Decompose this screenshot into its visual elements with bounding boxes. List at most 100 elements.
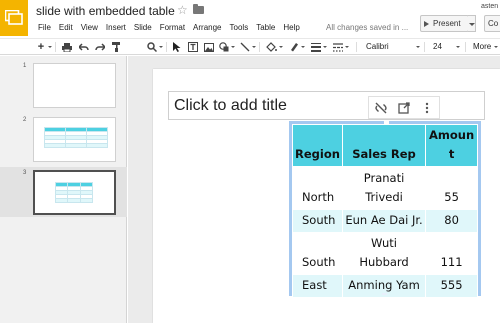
slide-number: 3 (23, 170, 27, 176)
document-title[interactable]: slide with embedded table (36, 4, 175, 18)
slide-number: 1 (23, 63, 27, 69)
cell-region[interactable]: South (292, 232, 343, 275)
slide-thumbnail[interactable] (33, 63, 116, 108)
play-icon (424, 20, 429, 27)
title-placeholder-text: Click to add title (174, 97, 287, 114)
comments-button[interactable]: Co (484, 15, 500, 32)
select-icon[interactable] (170, 40, 184, 54)
menu-file[interactable]: File (34, 21, 55, 35)
save-status[interactable]: All changes saved in ... (326, 21, 408, 35)
add-icon[interactable]: + (34, 40, 48, 54)
fill-color-dropdown-icon[interactable] (279, 46, 283, 48)
cell-region[interactable]: North (292, 166, 343, 210)
more-button[interactable]: More (473, 40, 491, 54)
cell-amount[interactable]: 55 (425, 166, 478, 210)
cell-amount[interactable]: 80 (425, 209, 478, 233)
unlink-icon[interactable] (374, 101, 388, 115)
shape-icon[interactable] (217, 40, 231, 54)
toolbar-divider (55, 42, 56, 52)
present-button[interactable]: Present (420, 15, 469, 32)
toolbar-divider (424, 42, 425, 52)
menu-format[interactable]: Format (156, 21, 189, 35)
user-account[interactable]: asten (481, 3, 498, 10)
menu-tools[interactable]: Tools (226, 21, 253, 35)
font-family-select[interactable]: Calibri (366, 40, 389, 54)
present-label: Present (433, 19, 461, 28)
print-icon[interactable] (60, 40, 74, 54)
slides-logo[interactable] (0, 0, 28, 36)
cell-sales-rep[interactable]: Pranati Trivedi (341, 166, 427, 210)
redo-icon[interactable] (93, 40, 107, 54)
cell-amount[interactable]: 111 (425, 232, 478, 275)
slide-thumbnail-row-selected[interactable]: 3 (0, 167, 127, 217)
menu-slide[interactable]: Slide (130, 21, 156, 35)
menu-edit[interactable]: Edit (55, 21, 77, 35)
font-size-dropdown-icon[interactable] (456, 46, 460, 48)
toolbar-divider (259, 42, 260, 52)
font-dropdown-icon[interactable] (416, 46, 420, 48)
thumbnail-table (54, 182, 94, 203)
border-color-dropdown-icon[interactable] (301, 46, 305, 48)
slides-logo-icon (5, 10, 23, 25)
slides-editor: slide with embedded table ☆ File Edit Vi… (0, 0, 500, 323)
menu-help[interactable]: Help (279, 21, 303, 35)
header-sales-rep[interactable]: Sales Rep (341, 124, 427, 167)
slide-number: 2 (23, 117, 27, 123)
slide[interactable]: Click to add title Region Sales Rep Amou… (153, 69, 500, 323)
image-icon[interactable] (202, 40, 216, 54)
menu-bar: File Edit View Insert Slide Format Arran… (34, 21, 304, 35)
star-icon[interactable]: ☆ (177, 3, 188, 17)
border-dash-dropdown-icon[interactable] (345, 46, 349, 48)
toolbar-divider (166, 42, 167, 52)
menu-view[interactable]: View (77, 21, 102, 35)
more-vert-icon[interactable] (420, 101, 434, 115)
line-icon[interactable] (238, 40, 252, 54)
slide-thumbnail[interactable] (33, 170, 116, 215)
open-link-icon[interactable] (397, 101, 411, 115)
zoom-dropdown-icon[interactable] (159, 46, 163, 48)
menu-arrange[interactable]: Arrange (189, 21, 225, 35)
toolbar: + Calibri 24 More (0, 38, 500, 55)
fill-color-icon[interactable] (264, 40, 278, 54)
zoom-icon[interactable] (145, 40, 159, 54)
shape-dropdown-icon[interactable] (231, 46, 235, 48)
undo-icon[interactable] (77, 40, 91, 54)
more-dropdown-icon[interactable] (494, 46, 498, 48)
line-dropdown-icon[interactable] (252, 46, 256, 48)
table-header-row: Region Sales Rep Amoun t (292, 124, 478, 167)
paint-format-icon[interactable] (109, 40, 123, 54)
app-header: slide with embedded table ☆ File Edit Vi… (0, 0, 500, 38)
border-weight-dropdown-icon[interactable] (323, 46, 327, 48)
table-row: South Eun Ae Dai Jr. 80 (292, 209, 478, 233)
toolbar-divider (465, 42, 466, 52)
cell-region[interactable]: East (292, 274, 343, 298)
thumbnail-table (44, 127, 108, 148)
text-box-icon[interactable] (186, 40, 200, 54)
menu-table[interactable]: Table (252, 21, 279, 35)
slide-canvas: Click to add title Region Sales Rep Amou… (128, 56, 500, 323)
border-dash-icon[interactable] (331, 40, 345, 54)
header-region[interactable]: Region (292, 124, 343, 167)
cell-amount[interactable]: 555 (425, 274, 478, 298)
slide-filmstrip: 1 2 3 (0, 56, 127, 323)
slide-thumbnail-row[interactable]: 1 (0, 60, 127, 110)
folder-icon[interactable] (193, 4, 204, 14)
embedded-table[interactable]: Region Sales Rep Amoun t North Pranati Tri… (289, 121, 481, 298)
add-dropdown-icon[interactable] (48, 46, 52, 48)
sales-table: Region Sales Rep Amoun t North Pranati Tri… (292, 124, 478, 298)
border-color-icon[interactable] (287, 40, 301, 54)
table-row: South Wuti Hubbard 111 (292, 232, 478, 275)
cell-sales-rep[interactable]: Eun Ae Dai Jr. (341, 209, 427, 233)
cell-sales-rep[interactable]: Wuti Hubbard (341, 232, 427, 275)
table-row: North Pranati Trivedi 55 (292, 166, 478, 210)
slide-thumbnail-row[interactable]: 2 (0, 114, 127, 164)
border-weight-icon[interactable] (309, 40, 323, 54)
resize-handle-bottom[interactable] (382, 293, 387, 295)
slide-thumbnail[interactable] (33, 117, 116, 162)
present-dropdown-button[interactable] (468, 15, 476, 32)
menu-insert[interactable]: Insert (102, 21, 130, 35)
font-size-select[interactable]: 24 (433, 40, 442, 54)
header-amount[interactable]: Amoun t (425, 124, 478, 167)
floating-object-toolbar (368, 96, 440, 119)
cell-region[interactable]: South (292, 209, 343, 233)
